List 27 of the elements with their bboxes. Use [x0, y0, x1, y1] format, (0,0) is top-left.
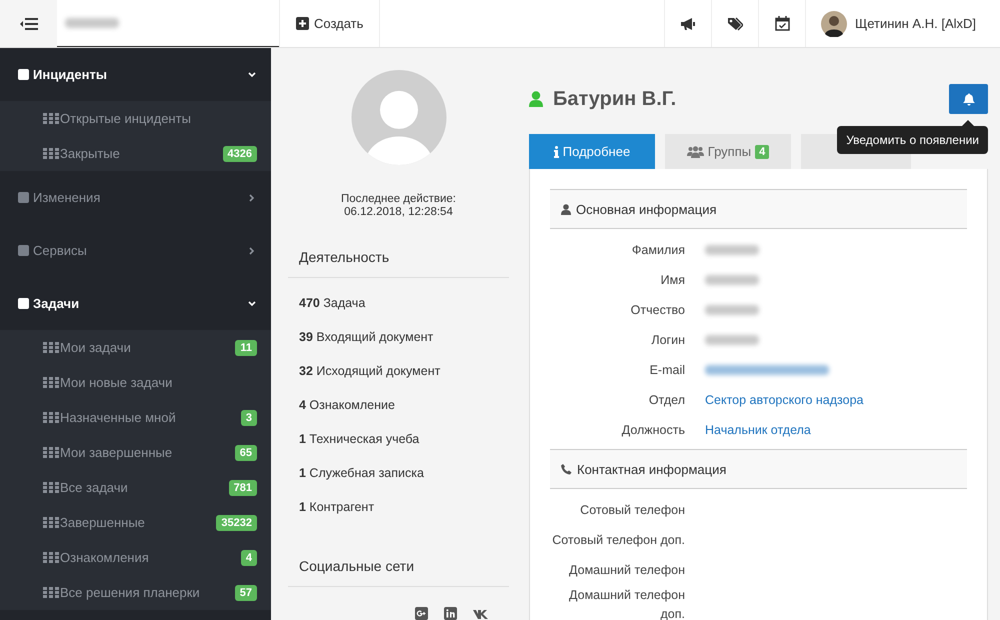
count-badge: 65 — [234, 444, 257, 460]
count-badge: 4 — [755, 144, 770, 158]
field-label: Домашний телефон — [568, 562, 686, 579]
count-badge: 11 — [235, 340, 257, 356]
count-badge: 35232 — [216, 514, 257, 530]
field-label: Отдел — [648, 392, 686, 408]
last-action-time: 06.12.2018, 12:28:54 — [343, 206, 454, 219]
count-badge: 4326 — [222, 146, 257, 162]
count-badge: 781 — [228, 480, 257, 496]
field-label: Должность — [620, 422, 686, 438]
field-label: Отчество — [630, 302, 686, 318]
field-label: Сотовый телефон доп. — [551, 532, 686, 549]
last-action-label: Последнее действие: — [340, 193, 457, 206]
field-label: E-mail — [648, 362, 686, 378]
field-label: Сотовый телефон — [579, 502, 686, 519]
count-badge: 4 — [240, 550, 257, 566]
social-heading: Социальные сети — [288, 528, 509, 587]
tooltip: Уведомить о появлении — [837, 126, 988, 154]
count-badge: 57 — [234, 584, 257, 600]
field-label: Фамилия — [630, 242, 686, 258]
field-label: Имя — [660, 272, 686, 288]
field-label: Логин — [650, 332, 686, 348]
section-header: Контактная информация — [550, 449, 967, 489]
count-badge: 3 — [240, 410, 257, 426]
section-header: Основная информация — [550, 189, 967, 229]
activity-heading: Деятельность — [288, 219, 509, 278]
person-name: Батурин В.Г. — [553, 88, 676, 110]
